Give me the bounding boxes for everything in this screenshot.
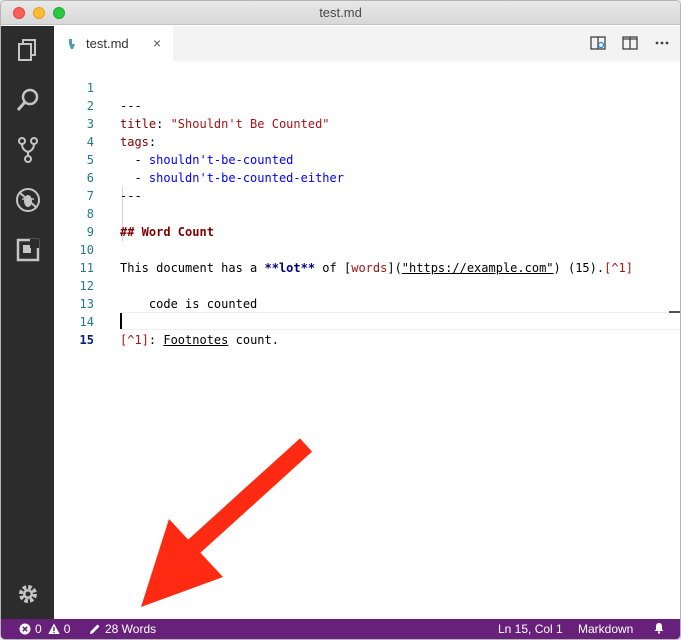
status-bar: 0 0 28 Words Ln 15, Col 1 Markdown (1, 619, 680, 639)
title-bar: test.md (1, 1, 680, 25)
tab-test-md[interactable]: test.md × (54, 26, 173, 61)
plain-text: : (148, 333, 164, 347)
editor-line: 4 - shouldn't-be-counted (54, 115, 680, 167)
close-tab-icon[interactable]: × (153, 35, 161, 51)
editor-line: 7 (54, 169, 680, 203)
notifications-status[interactable] (653, 622, 665, 634)
editor-line: 5 - shouldn't-be-counted-either (54, 133, 680, 185)
overview-ruler-cursor (669, 311, 680, 313)
explorer-icon[interactable] (14, 36, 42, 64)
pencil-icon (90, 624, 100, 634)
error-count: 0 (35, 622, 42, 636)
debug-icon[interactable] (14, 186, 42, 214)
plain-text: count. (228, 333, 279, 347)
editor-line: 3 tags: (54, 97, 680, 149)
editor-line: 9 (54, 205, 680, 239)
problems-status[interactable]: 0 0 (19, 622, 70, 636)
markdown-file-icon (69, 38, 75, 49)
word-count: 28 Words (105, 622, 157, 636)
editor-line: 14 [^1]: Footnotes count. (54, 295, 680, 347)
editor-actions (589, 34, 671, 52)
split-editor-icon[interactable] (621, 34, 639, 52)
editor-pane[interactable]: 1 --- 2 title: "Shouldn't Be Counted" 3 … (54, 61, 680, 619)
editor-line: 15 (54, 313, 680, 347)
editor-line: 12 code is counted (54, 259, 680, 311)
footnote-word: Footnotes (163, 333, 229, 347)
extensions-icon[interactable] (14, 236, 42, 264)
editor-line: 10 This document has a **lot** of [words… (54, 223, 680, 275)
line-text: [^1]: Footnotes count. (120, 331, 279, 349)
window-title: test.md (319, 5, 362, 20)
language-mode-status[interactable]: Markdown (578, 622, 633, 636)
bell-icon (654, 623, 664, 634)
word-count-status[interactable]: 28 Words (89, 622, 156, 636)
search-icon[interactable] (14, 86, 42, 114)
editor-line: 1 --- (54, 61, 680, 113)
cursor-position-status[interactable]: Ln 15, Col 1 (498, 622, 563, 636)
tabs-bar: test.md × (54, 26, 680, 61)
editor-line: 11 (54, 241, 680, 275)
footnote-ref: [^1] (120, 333, 149, 347)
warning-count: 0 (63, 622, 71, 636)
settings-gear-icon[interactable] (14, 580, 42, 608)
editor-line: 2 title: "Shouldn't Be Counted" (54, 79, 680, 131)
more-actions-icon[interactable] (653, 34, 671, 52)
editor-line: 8 ## Word Count (54, 187, 680, 239)
app-window: test.md test.md × 1 --- 2 title: "Should… (0, 0, 681, 640)
line-number: 15 (79, 333, 94, 347)
warning-icon (47, 623, 60, 634)
text-cursor (120, 313, 122, 329)
editor-line: 6 --- (54, 151, 680, 203)
open-preview-side-icon[interactable] (589, 34, 607, 52)
editor-line: 13 (54, 277, 680, 311)
error-icon (19, 623, 31, 635)
tab-label: test.md (86, 36, 129, 51)
source-control-icon[interactable] (14, 136, 42, 164)
activity-bar (1, 26, 54, 619)
